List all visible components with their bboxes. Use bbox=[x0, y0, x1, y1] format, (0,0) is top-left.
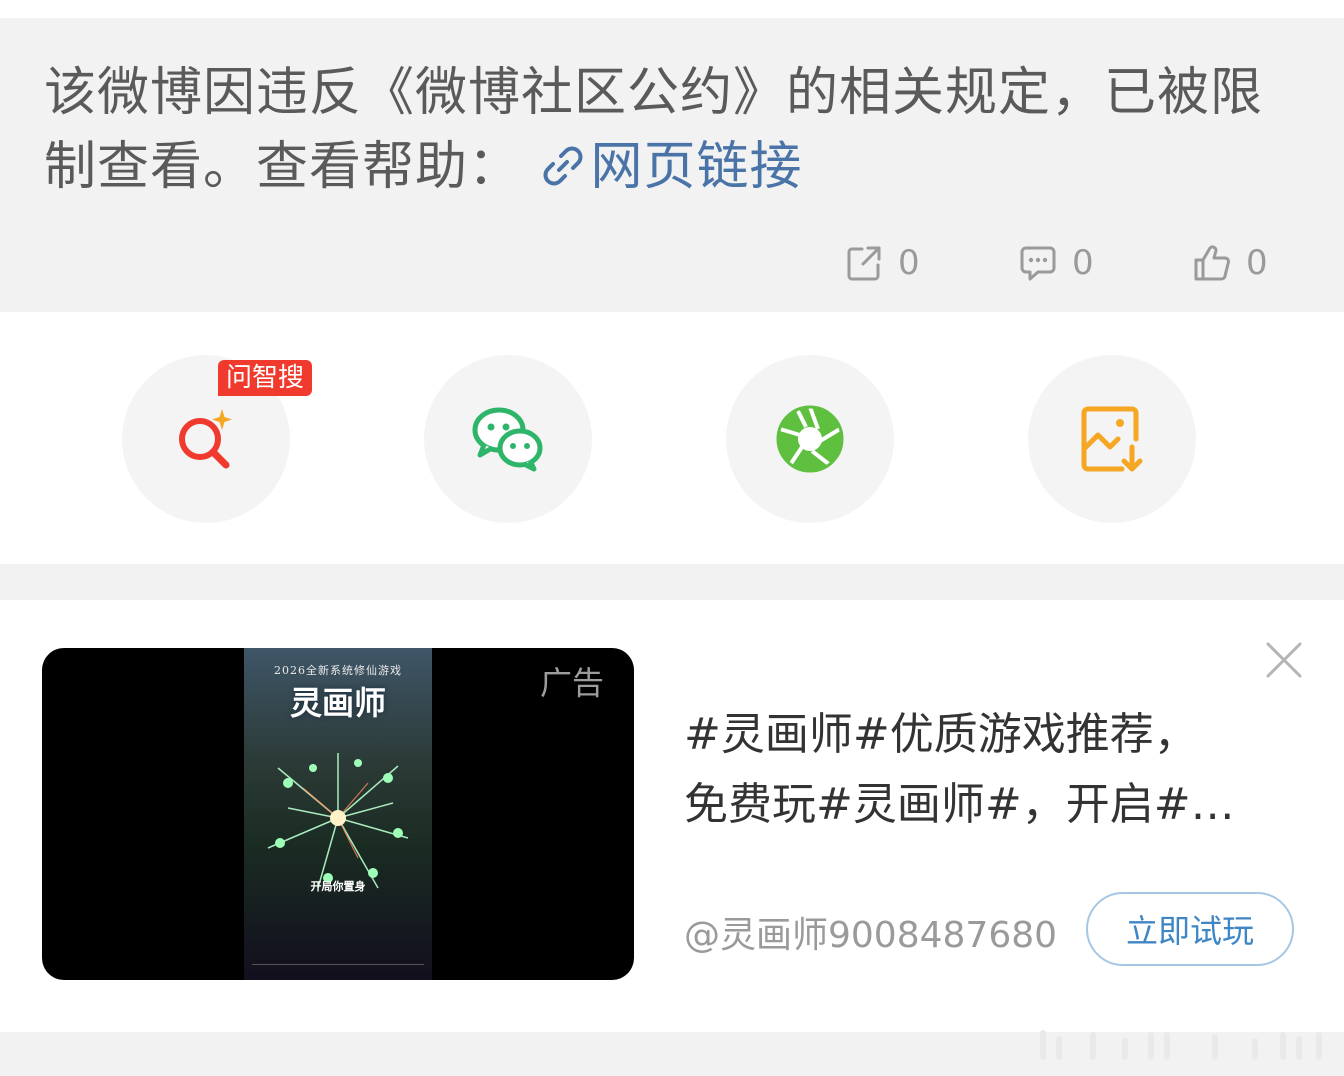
like-count: 0 bbox=[1246, 243, 1268, 283]
share-moments-button[interactable] bbox=[726, 355, 894, 523]
ad-card[interactable]: 2026全新系统修仙游戏 灵画师 开局你置身 广告 #灵画师#优质游戏推荐， 免… bbox=[0, 600, 1344, 1032]
share-wechat-button[interactable] bbox=[424, 355, 592, 523]
close-icon[interactable] bbox=[1264, 640, 1304, 680]
restricted-post-card: 该微博因违反《微博社区公约》的相关规定，已被限制查看。查看帮助： 网页链接 0 bbox=[0, 18, 1344, 312]
ad-video[interactable]: 2026全新系统修仙游戏 灵画师 开局你置身 广告 bbox=[42, 648, 634, 980]
poster-artwork bbox=[267, 753, 409, 889]
wechat-icon bbox=[472, 407, 543, 472]
ad-poster: 2026全新系统修仙游戏 灵画师 开局你置身 bbox=[244, 648, 432, 980]
help-link-label: 网页链接 bbox=[590, 137, 803, 197]
thumbs-up-icon bbox=[1194, 245, 1230, 281]
restricted-notice: 该微博因违反《微博社区公约》的相关规定，已被限制查看。查看帮助： 网页链接 bbox=[44, 56, 1304, 204]
post-actions: 0 0 0 bbox=[0, 240, 1344, 286]
ad-label: 广告 bbox=[540, 664, 605, 702]
repost-button[interactable]: 0 bbox=[844, 240, 920, 286]
poster-caption: 开局你置身 bbox=[310, 880, 366, 893]
save-image-icon bbox=[1081, 406, 1143, 472]
top-strip bbox=[0, 0, 1344, 18]
moments-icon bbox=[776, 405, 844, 473]
repost-count: 0 bbox=[898, 243, 920, 283]
poster-disclaimer bbox=[252, 964, 424, 974]
ad-description-line-1: #灵画师#优质游戏推荐， bbox=[684, 709, 1198, 760]
share-panel bbox=[0, 312, 1344, 564]
try-now-button[interactable]: 立即试玩 bbox=[1086, 892, 1294, 966]
watermark-graphic bbox=[1040, 1030, 1322, 1060]
poster-subtitle: 2026全新系统修仙游戏 bbox=[274, 664, 402, 677]
poster-title: 灵画师 bbox=[289, 684, 386, 722]
ai-search-badge: 问智搜 bbox=[218, 360, 313, 396]
ad-description-line-2: 免费玩#灵画师#，开启#… bbox=[684, 779, 1235, 830]
link-icon bbox=[543, 146, 583, 186]
ad-author[interactable]: @灵画师9008487680 bbox=[684, 906, 1057, 958]
comment-button[interactable]: 0 bbox=[1018, 240, 1094, 286]
comment-count: 0 bbox=[1072, 243, 1094, 283]
repost-icon bbox=[847, 246, 881, 281]
ai-search-icon bbox=[179, 409, 232, 469]
ad-description[interactable]: #灵画师#优质游戏推荐， 免费玩#灵画师#，开启#… bbox=[684, 700, 1304, 840]
save-image-button[interactable] bbox=[1028, 355, 1196, 523]
section-divider bbox=[0, 564, 1344, 600]
like-button[interactable]: 0 bbox=[1192, 240, 1268, 286]
help-web-link[interactable]: 网页链接 bbox=[539, 137, 803, 197]
comment-icon bbox=[1020, 246, 1056, 281]
